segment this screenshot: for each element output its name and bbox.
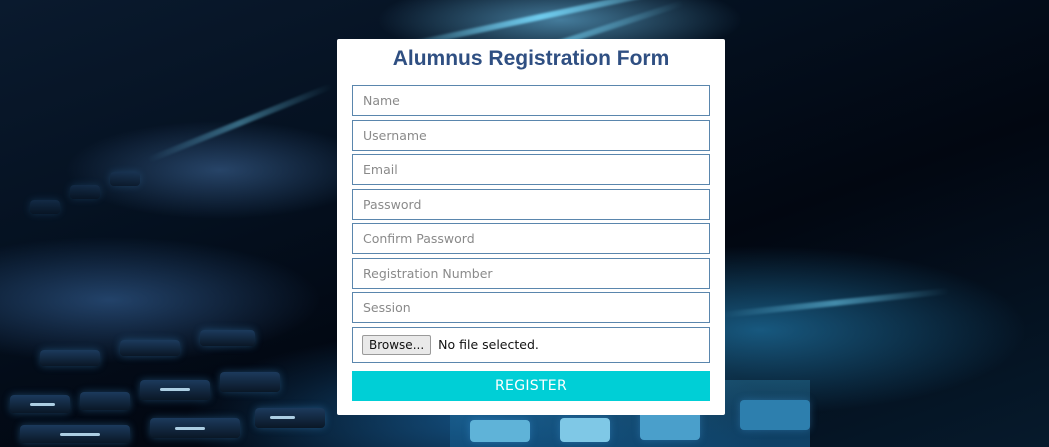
confirm-password-input[interactable] [352, 223, 710, 254]
name-input[interactable] [352, 85, 710, 116]
session-input[interactable] [352, 292, 710, 323]
browse-button[interactable]: Browse... [362, 334, 432, 355]
email-input[interactable] [352, 154, 710, 185]
page: Alumnus Registration Form Browse... No f… [0, 0, 1049, 447]
file-upload-field: Browse... No file selected. [352, 326, 710, 363]
registration-form-card: Alumnus Registration Form Browse... No f… [337, 39, 725, 415]
file-status-text: No file selected. [438, 337, 539, 352]
registration-number-input[interactable] [352, 257, 710, 289]
username-input[interactable] [352, 119, 710, 151]
register-button[interactable]: REGISTER [352, 370, 710, 401]
password-input[interactable] [352, 188, 710, 220]
form-title: Alumnus Registration Form [392, 47, 670, 70]
